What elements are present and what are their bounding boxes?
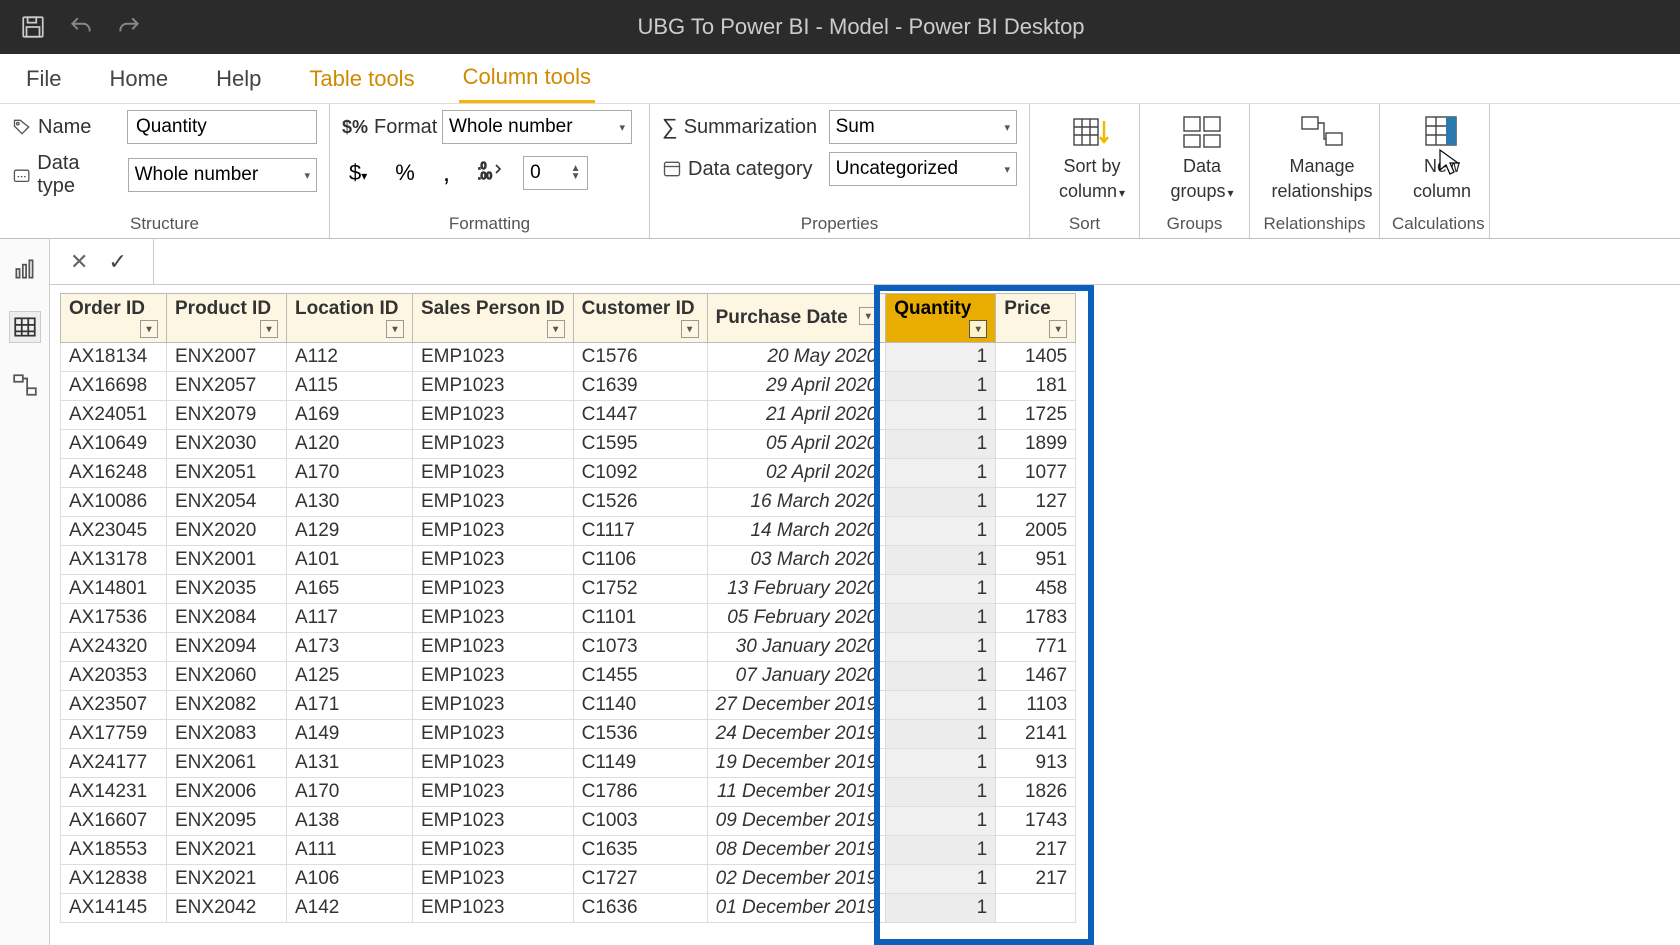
structure-group-title: Structure (12, 214, 317, 236)
filter-icon[interactable]: ▾ (859, 307, 877, 325)
col-location-id[interactable]: Location ID▾ (287, 294, 413, 343)
table-row[interactable]: AX18553ENX2021A111EMP1023C163508 Decembe… (61, 836, 1076, 865)
table-row[interactable]: AX14145ENX2042A142EMP1023C163601 Decembe… (61, 894, 1076, 923)
table-row[interactable]: AX18134ENX2007A112EMP1023C157620 May 202… (61, 343, 1076, 372)
table-row[interactable]: AX10086ENX2054A130EMP1023C152616 March 2… (61, 488, 1076, 517)
summarization-select[interactable]: Sum▾ (829, 110, 1017, 144)
new-column-button[interactable]: New column (1392, 110, 1492, 202)
comma-button[interactable]: , (436, 152, 457, 193)
menu-help[interactable]: Help (212, 56, 265, 102)
ribbon-group-relationships: Manage relationships Relationships (1250, 104, 1380, 238)
ribbon-group-calculations: New column Calculations (1380, 104, 1490, 238)
ribbon-group-formatting: $% Format Whole number▾ $▾ % , .0.00 0 ▲… (330, 104, 650, 238)
name-label: Name (12, 116, 119, 139)
name-input[interactable] (127, 110, 317, 144)
decimals-icon[interactable]: .0.00 (471, 154, 509, 192)
table-row[interactable]: AX17536ENX2084A117EMP1023C110105 Februar… (61, 604, 1076, 633)
menu-file[interactable]: File (22, 56, 65, 102)
formula-input[interactable] (153, 239, 1680, 284)
data-grid: Order ID▾ Product ID▾ Location ID▾ Sales… (50, 285, 1680, 945)
filter-icon[interactable]: ▾ (681, 320, 699, 338)
report-view-icon[interactable] (9, 253, 41, 285)
calculations-group-title: Calculations (1392, 214, 1477, 236)
redo-icon[interactable] (116, 14, 142, 40)
formatting-group-title: Formatting (342, 214, 637, 236)
view-rail (0, 239, 50, 945)
table-row[interactable]: AX24320ENX2094A173EMP1023C107330 January… (61, 633, 1076, 662)
filter-icon[interactable]: ▾ (386, 320, 404, 338)
table-row[interactable]: AX10649ENX2030A120EMP1023C159505 April 2… (61, 430, 1076, 459)
category-icon (662, 159, 682, 179)
col-quantity[interactable]: Quantity▾ (886, 294, 996, 343)
groups-icon (1182, 110, 1222, 152)
datatype-label: Data type (12, 152, 120, 198)
percent-button[interactable]: % (388, 155, 422, 191)
format-select[interactable]: Whole number▾ (442, 110, 632, 144)
groups-group-title: Groups (1152, 214, 1237, 236)
filter-icon[interactable]: ▾ (969, 320, 987, 338)
col-product-id[interactable]: Product ID▾ (167, 294, 287, 343)
datacategory-select[interactable]: Uncategorized▾ (829, 152, 1017, 186)
formula-bar: ✕ ✓ (50, 239, 1680, 285)
table-row[interactable]: AX23045ENX2020A129EMP1023C111714 March 2… (61, 517, 1076, 546)
table-row[interactable]: AX16607ENX2095A138EMP1023C100309 Decembe… (61, 807, 1076, 836)
datatype-select[interactable]: Whole number▾ (128, 158, 317, 192)
save-icon[interactable] (20, 14, 46, 40)
sort-icon (1072, 110, 1112, 152)
undo-icon[interactable] (68, 14, 94, 40)
table-row[interactable]: AX17759ENX2083A149EMP1023C153624 Decembe… (61, 720, 1076, 749)
filter-icon[interactable]: ▾ (140, 320, 158, 338)
properties-group-title: Properties (662, 214, 1017, 236)
filter-icon[interactable]: ▾ (1049, 320, 1067, 338)
table-row[interactable]: AX23507ENX2082A171EMP1023C114027 Decembe… (61, 691, 1076, 720)
new-column-icon (1422, 110, 1462, 152)
svg-text:.00: .00 (478, 171, 492, 181)
table-row[interactable]: AX16698ENX2057A115EMP1023C163929 April 2… (61, 372, 1076, 401)
decimals-input[interactable]: 0 ▲▼ (523, 156, 587, 190)
data-view-icon[interactable] (9, 311, 41, 343)
ribbon-group-properties: ∑ Summarization Sum▾ Data category Uncat… (650, 104, 1030, 238)
menu-home[interactable]: Home (105, 56, 172, 102)
table-row[interactable]: AX16248ENX2051A170EMP1023C109202 April 2… (61, 459, 1076, 488)
col-purchase-date[interactable]: Purchase Date▾ (707, 294, 886, 343)
col-price[interactable]: Price▾ (996, 294, 1076, 343)
filter-icon[interactable]: ▾ (547, 320, 565, 338)
relationships-icon (1300, 110, 1344, 152)
relationships-group-title: Relationships (1262, 214, 1367, 236)
menu-bar: File Home Help Table tools Column tools (0, 54, 1680, 104)
sort-by-column-button[interactable]: Sort by column (1042, 110, 1142, 202)
summarization-label: ∑ Summarization (662, 114, 821, 140)
manage-relationships-button[interactable]: Manage relationships (1262, 110, 1382, 202)
table-row[interactable]: AX13178ENX2001A101EMP1023C110603 March 2… (61, 546, 1076, 575)
col-order-id[interactable]: Order ID▾ (61, 294, 167, 343)
window-title: UBG To Power BI - Model - Power BI Deskt… (142, 14, 1580, 40)
format-label: $% Format (342, 116, 434, 139)
data-groups-button[interactable]: Data groups (1152, 110, 1252, 202)
tag-icon (12, 117, 32, 137)
table-row[interactable]: AX24177ENX2061A131EMP1023C114919 Decembe… (61, 749, 1076, 778)
ribbon-group-structure: Name Data type Whole number▾ Structure (0, 104, 330, 238)
table-row[interactable]: AX14801ENX2035A165EMP1023C175213 Februar… (61, 575, 1076, 604)
col-customer-id[interactable]: Customer ID▾ (573, 294, 707, 343)
table-row[interactable]: AX20353ENX2060A125EMP1023C145507 January… (61, 662, 1076, 691)
menu-table-tools[interactable]: Table tools (305, 56, 418, 102)
filter-icon[interactable]: ▾ (260, 320, 278, 338)
table-row[interactable]: AX12838ENX2021A106EMP1023C172702 Decembe… (61, 865, 1076, 894)
ribbon-group-sort: Sort by column Sort (1030, 104, 1140, 238)
cancel-formula-button[interactable]: ✕ (70, 249, 88, 275)
model-view-icon[interactable] (9, 369, 41, 401)
datacategory-label: Data category (662, 158, 821, 181)
table-row[interactable]: AX24051ENX2079A169EMP1023C144721 April 2… (61, 401, 1076, 430)
table-row[interactable]: AX14231ENX2006A170EMP1023C178611 Decembe… (61, 778, 1076, 807)
col-sales-person-id[interactable]: Sales Person ID▾ (413, 294, 574, 343)
ribbon: Name Data type Whole number▾ Structure $… (0, 104, 1680, 239)
datatype-icon (12, 165, 31, 185)
title-bar: UBG To Power BI - Model - Power BI Deskt… (0, 0, 1680, 54)
currency-button[interactable]: $▾ (342, 155, 374, 191)
menu-column-tools[interactable]: Column tools (459, 54, 595, 103)
ribbon-group-groups: Data groups Groups (1140, 104, 1250, 238)
sort-group-title: Sort (1042, 214, 1127, 236)
commit-formula-button[interactable]: ✓ (108, 249, 126, 275)
